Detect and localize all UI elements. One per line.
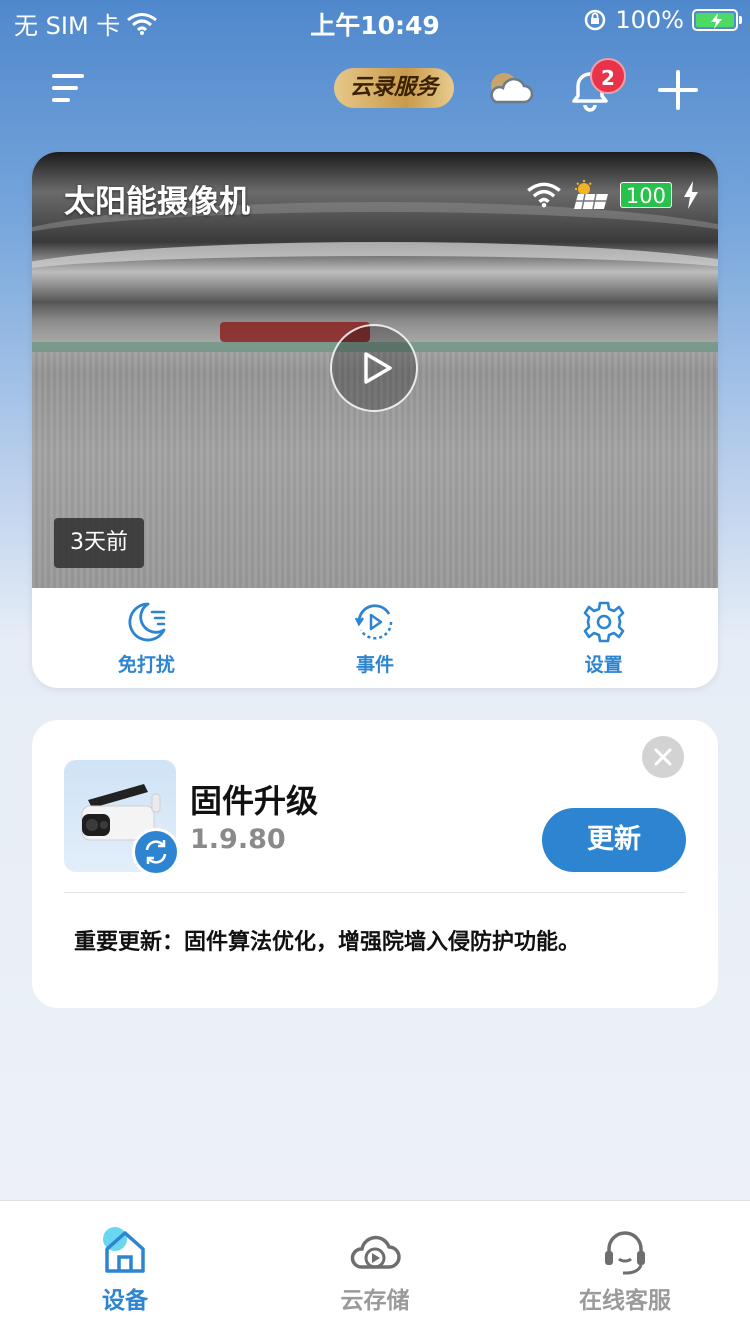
settings-label: 设置 [584,653,623,676]
tab-cloud-storage[interactable]: 云存储 [250,1201,500,1334]
update-button[interactable]: 更新 [542,808,686,872]
settings-button[interactable]: 设置 [489,588,718,688]
plus-icon[interactable] [658,70,698,110]
last-seen-badge: 3天前 [54,518,144,568]
firmware-description: 重要更新：固件算法优化，增强院墙入侵防护功能。 [74,930,581,955]
camera-name: 太阳能摄像机 [64,184,250,220]
firmware-update-card: 固件升级 1.9.80 更新 重要更新：固件算法优化，增强院墙入侵防护功能。 [32,720,718,1008]
home-icon [103,1227,145,1273]
tab-bar: 设备 云存储 在线客服 [0,1200,750,1334]
tab-customer-service-label: 在线客服 [579,1288,671,1314]
tab-devices-label: 设备 [102,1288,148,1314]
wifi-icon [527,182,561,208]
top-bar: 云录服务 2 [0,56,750,122]
events-button[interactable]: 事件 [261,588,490,688]
camera-status: 100 [526,180,700,210]
firmware-version: 1.9.80 [190,824,286,855]
sync-badge [132,828,180,876]
gear-icon [583,601,624,642]
tab-devices[interactable]: 设备 [0,1201,250,1334]
cloud-icon[interactable] [484,70,534,106]
close-icon [654,748,672,766]
cloud-service-button[interactable]: 云录服务 [334,68,455,108]
close-button[interactable] [642,736,684,778]
sync-icon [145,840,167,864]
play-button[interactable] [330,324,418,412]
do-not-disturb-button[interactable]: 免打扰 [32,588,261,688]
solar-panel-icon [573,180,608,210]
rotation-lock-icon [585,9,606,31]
firmware-title: 固件升级 [190,782,319,820]
moon-icon [128,602,166,641]
battery-charging-icon [692,9,742,31]
status-bar: 无 SIM 卡 上午10:49 100% [0,0,750,40]
event-play-icon [354,603,393,639]
battery-percent: 100% [615,6,684,34]
divider [64,892,686,893]
menu-icon[interactable] [52,72,90,104]
notification-count-badge: 2 [590,58,626,94]
play-icon [364,352,392,384]
camera-actions: 免打扰 事件 设置 [32,588,718,688]
camera-battery-level: 100 [619,182,672,208]
cloud-play-icon [350,1235,401,1269]
camera-preview[interactable]: 太阳能摄像机 100 3天前 [32,152,718,588]
events-label: 事件 [356,653,395,676]
tab-cloud-storage-label: 云存储 [340,1288,410,1314]
camera-card[interactable]: 太阳能摄像机 100 3天前 免打扰 事件 设置 [32,152,718,688]
do-not-disturb-label: 免打扰 [117,653,175,676]
tab-customer-service[interactable]: 在线客服 [500,1201,750,1334]
charging-icon [684,181,698,209]
headset-icon [605,1231,645,1275]
